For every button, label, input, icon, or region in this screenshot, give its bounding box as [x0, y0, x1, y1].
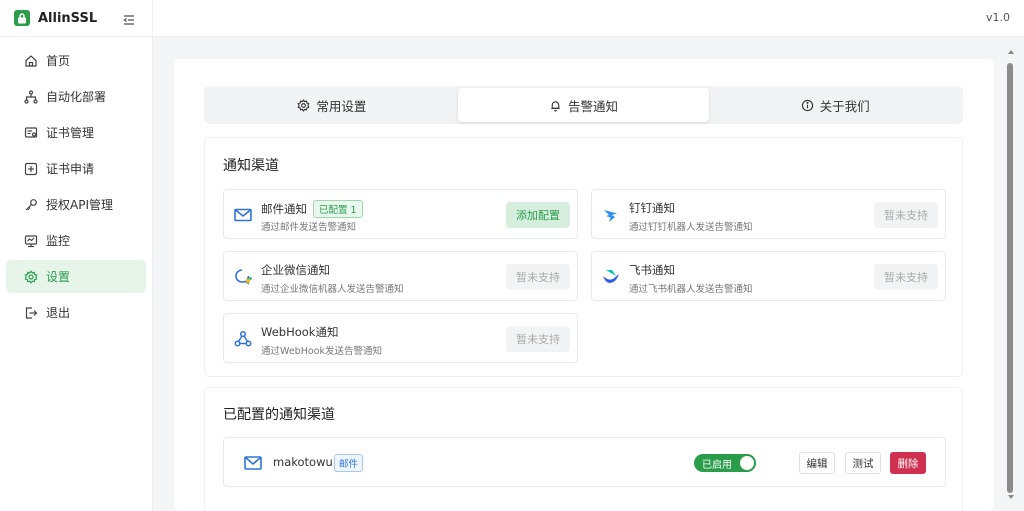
webhook-icon	[233, 329, 253, 349]
app-name: AllinSSL	[38, 10, 98, 26]
sidebar-item-label: 自动化部署	[46, 90, 107, 104]
info-icon	[801, 99, 814, 112]
section-title: 通知渠道	[223, 158, 279, 174]
channel-type-tag: 邮件	[334, 454, 364, 472]
configured-badge: 已配置 1	[313, 200, 363, 218]
tab-label: 关于我们	[819, 98, 870, 114]
channel-desc: 通过邮件发送告警通知	[261, 222, 357, 233]
bell-icon	[549, 99, 562, 112]
wecom-icon	[233, 267, 253, 287]
top-bar: v1.0	[153, 0, 1024, 37]
edit-button[interactable]: 编辑	[799, 452, 835, 474]
mail-icon	[233, 205, 253, 225]
tab-about-us[interactable]: 关于我们	[709, 88, 961, 122]
channel-dingtalk: 钉钉通知 通过钉钉机器人发送告警通知 暂未支持	[591, 189, 946, 239]
gear-icon	[24, 269, 38, 284]
workflow-icon	[24, 89, 38, 104]
channel-wecom: 企业微信通知 通过企业微信机器人发送告警通知 暂未支持	[223, 251, 578, 301]
settings-tabs: 常用设置 告警通知 关于我们	[204, 86, 963, 124]
delete-button[interactable]: 删除	[890, 452, 926, 474]
configured-channels-card: 已配置的通知渠道 makotowu 邮件 已启用 编辑 测试 删除	[204, 387, 963, 511]
channel-desc: 通过钉钉机器人发送告警通知	[629, 222, 753, 233]
channel-desc: 通过WebHook发送告警通知	[261, 346, 382, 357]
scroll-down-icon[interactable]	[1007, 494, 1015, 500]
notification-channels-card: 通知渠道 邮件通知 已配置 1 通过邮件发送告警通知 添加配置 钉钉通知 通过钉钉…	[204, 137, 963, 377]
sidebar-item-label: 监控	[46, 234, 71, 248]
sidebar-item-label: 证书申请	[46, 162, 95, 176]
channel-feishu: 飞书通知 通过飞书机器人发送告警通知 暂未支持	[591, 251, 946, 301]
sidebar-item-logout[interactable]: 退出	[6, 296, 146, 329]
settings-panel: 常用设置 告警通知 关于我们 通知渠道 邮件通知 已配置 1 通过邮件发送告警通知…	[174, 59, 994, 511]
sidebar-item-cert-manage[interactable]: 证书管理	[6, 116, 146, 149]
add-config-button[interactable]: 添加配置	[506, 202, 570, 228]
monitor-icon	[24, 234, 38, 248]
logout-icon	[24, 306, 38, 320]
scroll-up-icon[interactable]	[1007, 49, 1015, 55]
channel-name: WebHook通知	[261, 325, 339, 339]
sidebar-item-settings[interactable]: 设置	[6, 260, 146, 293]
sidebar-item-label: 授权API管理	[46, 198, 113, 212]
not-supported-button[interactable]: 暂未支持	[506, 326, 570, 352]
not-supported-button[interactable]: 暂未支持	[874, 202, 938, 228]
sidebar-item-home[interactable]: 首页	[6, 44, 146, 77]
sidebar-nav: 首页 自动化部署 证书管理 证书申请 授权API管理 监控 设置 退出	[0, 37, 152, 329]
sidebar: AllinSSL 首页 自动化部署 证书管理 证书申请 授权API管理 监控 设…	[0, 0, 153, 511]
configured-channel-row: makotowu 邮件 已启用 编辑 测试 删除	[223, 437, 946, 487]
test-button[interactable]: 测试	[845, 452, 881, 474]
dingtalk-icon	[601, 205, 621, 225]
sidebar-item-api-manage[interactable]: 授权API管理	[6, 188, 146, 221]
sidebar-item-label: 设置	[46, 270, 71, 284]
channel-name: 飞书通知	[629, 263, 675, 277]
sidebar-item-auto-deploy[interactable]: 自动化部署	[6, 80, 146, 113]
sidebar-item-monitor[interactable]: 监控	[6, 224, 146, 257]
channel-name: 邮件通知	[261, 202, 307, 216]
toggle-label: 已启用	[702, 459, 732, 471]
sidebar-item-label: 退出	[46, 306, 71, 320]
home-icon	[24, 54, 38, 68]
feishu-icon	[601, 267, 621, 287]
section-title: 已配置的通知渠道	[223, 407, 335, 423]
channel-desc: 通过企业微信机器人发送告警通知	[261, 284, 404, 295]
sidebar-item-label: 证书管理	[46, 126, 95, 140]
scrollbar-thumb[interactable]	[1007, 63, 1013, 493]
tab-label: 告警通知	[568, 98, 619, 114]
channel-webhook: WebHook通知 通过WebHook发送告警通知 暂未支持	[223, 313, 578, 363]
channel-config-name: makotowu	[273, 455, 333, 469]
collapse-menu-icon[interactable]	[122, 12, 136, 26]
plus-square-icon	[24, 162, 38, 176]
sidebar-item-cert-apply[interactable]: 证书申请	[6, 152, 146, 185]
tab-label: 常用设置	[316, 98, 367, 114]
tab-alert-notification[interactable]: 告警通知	[457, 88, 710, 122]
channel-name: 企业微信通知	[261, 263, 330, 277]
version-label: v1.0	[985, 11, 1010, 24]
not-supported-button[interactable]: 暂未支持	[506, 264, 570, 290]
toggle-knob	[740, 456, 754, 470]
mail-icon	[243, 454, 263, 472]
certificate-icon	[24, 126, 38, 140]
key-icon	[24, 198, 38, 212]
enabled-toggle[interactable]: 已启用	[694, 454, 756, 472]
gear-icon	[297, 98, 310, 112]
scrollbar[interactable]	[1004, 47, 1018, 502]
channel-name: 钉钉通知	[629, 201, 675, 215]
logo-icon	[14, 10, 30, 26]
channel-desc: 通过飞书机器人发送告警通知	[629, 284, 753, 295]
sidebar-item-label: 首页	[46, 54, 71, 68]
tab-general-settings[interactable]: 常用设置	[206, 88, 458, 122]
not-supported-button[interactable]: 暂未支持	[874, 264, 938, 290]
channel-email: 邮件通知 已配置 1 通过邮件发送告警通知 添加配置	[223, 189, 578, 239]
